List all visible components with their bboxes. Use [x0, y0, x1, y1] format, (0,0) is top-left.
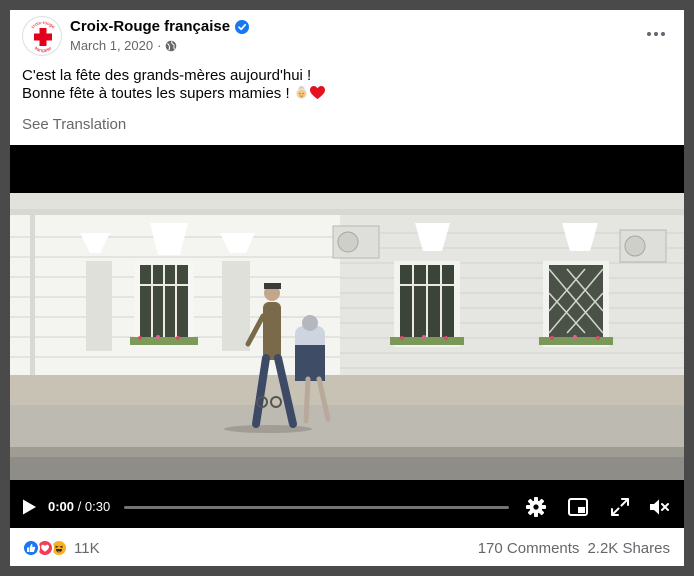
post-card: croix-rouge française Croix-Rouge frança… [10, 10, 684, 566]
svg-text:française: française [34, 45, 53, 53]
video-time: 0:00 / 0:30 [48, 499, 110, 514]
picture-in-picture-icon[interactable] [567, 496, 589, 518]
page-name-link[interactable]: Croix-Rouge française [70, 18, 230, 35]
see-translation-link[interactable]: See Translation [22, 116, 126, 133]
settings-gear-icon[interactable] [525, 496, 547, 518]
video-controls: 0:00 / 0:30 [10, 485, 684, 528]
post-meta: March 1, 2020 · [70, 38, 177, 53]
more-dot-icon [654, 32, 658, 36]
video-time-separator: / [74, 499, 85, 514]
play-icon[interactable] [20, 498, 38, 516]
reactions-summary[interactable]: 11K [22, 538, 100, 558]
post-text-line: C'est la fête des grands-mères aujourd'h… [22, 67, 312, 84]
shares-count-link[interactable]: 2.2K Shares [587, 540, 670, 557]
video-progress-bar[interactable] [124, 506, 509, 509]
post-header: croix-rouge française Croix-Rouge frança… [10, 10, 684, 65]
older-woman-emoji [296, 85, 307, 99]
red-cross-logo: croix-rouge française [30, 20, 56, 53]
video-player[interactable]: 0:00 / 0:30 [10, 145, 684, 528]
meta-separator: · [157, 38, 162, 53]
engagement-stats: 170 Comments 2.2K Shares [478, 540, 670, 557]
more-options-button[interactable] [642, 22, 670, 46]
page-avatar[interactable]: croix-rouge française [22, 16, 62, 56]
fullscreen-icon[interactable] [609, 496, 631, 518]
video-frame-image [10, 193, 684, 480]
post-text-line-2: Bonne fête à toutes les supers mamies ! [22, 85, 326, 103]
reaction-count: 11K [74, 539, 100, 557]
comments-count-link[interactable]: 170 Comments [478, 540, 580, 557]
video-current-time: 0:00 [48, 499, 75, 514]
more-dot-icon [647, 32, 651, 36]
volume-muted-icon[interactable] [648, 496, 670, 518]
post-text-line: Bonne fête à toutes les supers mamies ! [22, 85, 294, 102]
post-message: C'est la fête des grands-mères aujourd'h… [22, 67, 326, 103]
video-duration: 0:30 [84, 499, 111, 514]
post-footer: 11K 170 Comments 2.2K Shares [10, 528, 684, 566]
verified-badge-icon [235, 19, 250, 34]
post-date-link[interactable]: March 1, 2020 [70, 38, 153, 53]
like-icon [22, 539, 40, 557]
red-heart-emoji [309, 85, 325, 100]
globe-icon [166, 40, 177, 51]
more-dot-icon [661, 32, 665, 36]
page-name-row: Croix-Rouge française [70, 18, 250, 35]
